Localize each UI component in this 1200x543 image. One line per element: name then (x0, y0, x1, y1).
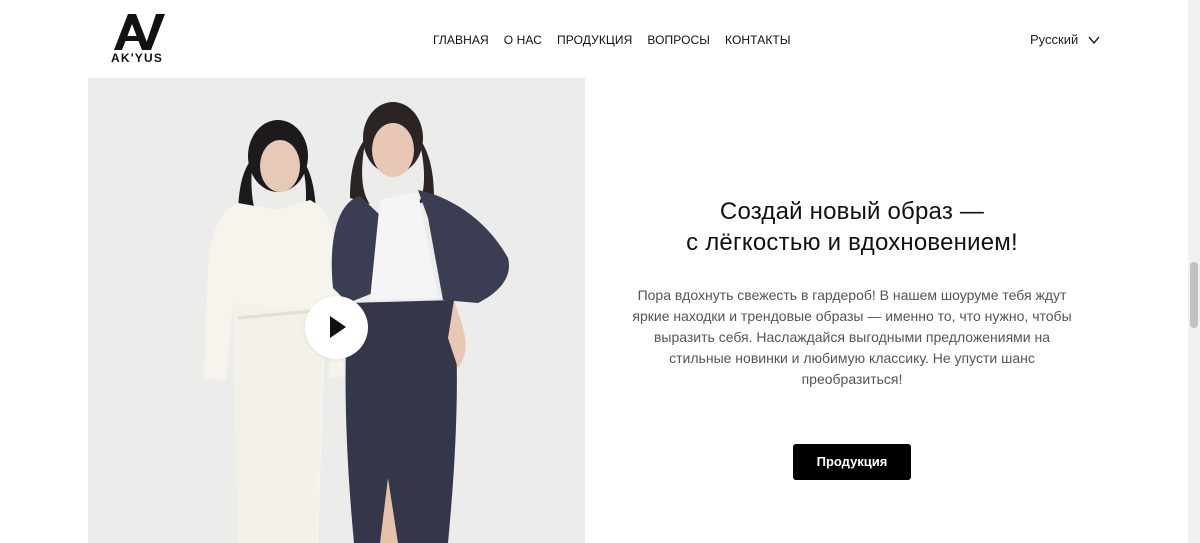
hero-headline-line1: Создай новый образ — (719, 198, 985, 225)
products-button[interactable]: Продукция (793, 444, 911, 480)
hero-headline: Создай новый образ — с лёгкостью и вдохн… (620, 196, 1084, 258)
chevron-down-icon (1088, 36, 1100, 44)
nav-item-contacts[interactable]: КОНТАКТЫ (725, 33, 791, 47)
nav-item-about[interactable]: О НАС (504, 33, 542, 47)
language-label: Русский (1030, 32, 1079, 47)
hero-description: Пора вдохнуть свежесть в гардероб! В наш… (632, 287, 1072, 387)
hero-headline-line2: с лёгкостью и вдохновением! (686, 229, 1018, 256)
logo-text: AK'YUS (111, 51, 164, 65)
nav-item-faq[interactable]: ВОПРОСЫ (647, 33, 710, 47)
nav-item-home[interactable]: ГЛАВНАЯ (433, 33, 489, 47)
nav-item-products[interactable]: ПРОДУКЦИЯ (557, 33, 632, 47)
language-selector[interactable]: Русский (1030, 32, 1100, 47)
brand-logo[interactable]: AK'YUS (110, 14, 170, 66)
brand-logo-mark (114, 14, 165, 50)
play-button[interactable] (305, 296, 368, 359)
hero-content: Создай новый образ — с лёгкостью и вдохн… (620, 196, 1084, 480)
play-icon (330, 316, 346, 338)
main-nav: ГЛАВНАЯ О НАС ПРОДУКЦИЯ ВОПРОСЫ КОНТАКТЫ (433, 33, 791, 47)
site-header: AK'YUS ГЛАВНАЯ О НАС ПРОДУКЦИЯ ВОПРОСЫ К… (0, 0, 1188, 78)
scrollbar-thumb[interactable] (1190, 262, 1198, 328)
hero-video-thumbnail[interactable] (88, 78, 585, 543)
page-scrollbar[interactable] (1188, 0, 1200, 543)
